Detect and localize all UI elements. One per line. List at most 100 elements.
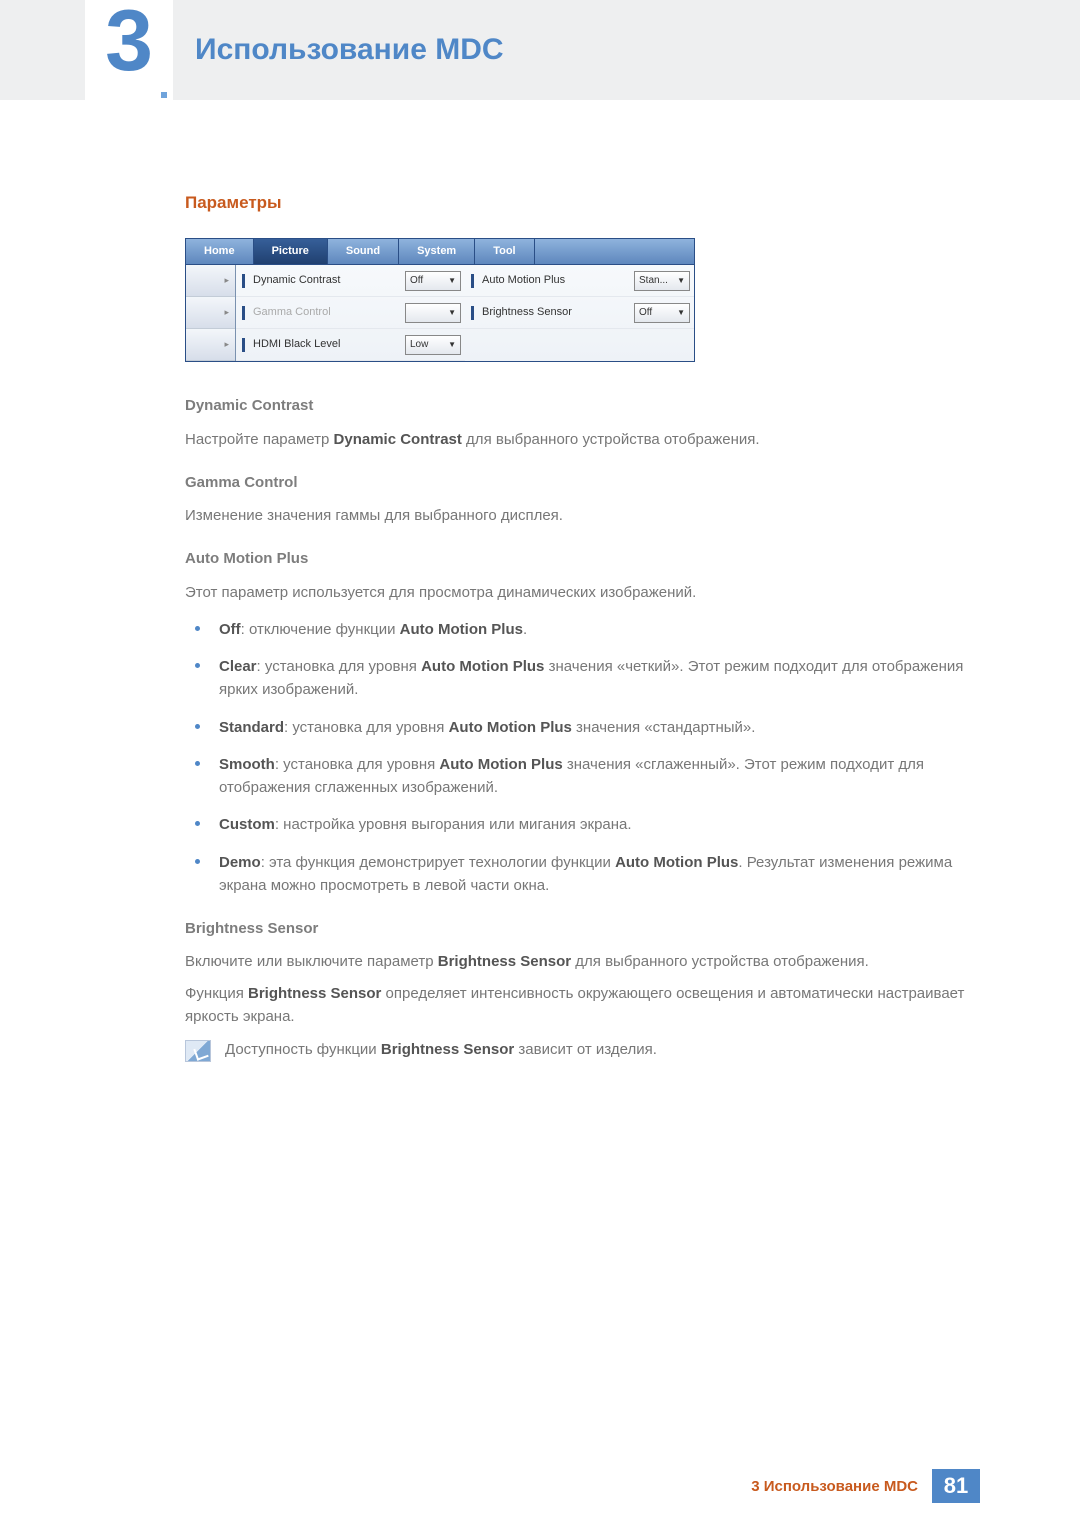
text-gamma-control: Изменение значения гаммы для выбранного … [185, 504, 970, 527]
chevron-down-icon: ▼ [448, 339, 456, 351]
chevron-down-icon: ▼ [677, 307, 685, 319]
left-arrow-button[interactable]: ▸ [186, 265, 235, 297]
text: для выбранного устройства отображения. [571, 953, 869, 970]
row-dynamic-contrast: Dynamic Contrast Off ▼ [236, 265, 465, 297]
list-item: Standard: установка для уровня Auto Moti… [185, 716, 970, 739]
text-bold: Standard [219, 719, 284, 736]
row-label: Dynamic Contrast [253, 272, 401, 289]
text: значения «стандартный». [572, 719, 756, 736]
text-bold: Auto Motion Plus [439, 756, 562, 773]
page-header: 3 Использование MDC [0, 0, 1080, 100]
row-label: HDMI Black Level [253, 336, 401, 353]
text: зависит от изделия. [514, 1041, 657, 1058]
text: Доступность функции [225, 1041, 381, 1058]
text-bold: Smooth [219, 756, 275, 773]
dropdown-value: Low [410, 337, 428, 353]
row-hdmi-black-level: HDMI Black Level Low ▼ [236, 329, 465, 361]
text-bold: Auto Motion Plus [421, 658, 544, 675]
row-label: Brightness Sensor [482, 304, 630, 321]
heading-dynamic-contrast: Dynamic Contrast [185, 394, 970, 417]
chevron-down-icon: ▼ [448, 275, 456, 287]
page-footer: 3 Использование MDC 81 [751, 1469, 980, 1503]
dropdown-value: Stan... [639, 273, 668, 289]
text: для выбранного устройства отображения. [462, 431, 760, 448]
note: Доступность функции Brightness Sensor за… [185, 1038, 970, 1062]
dropdown-auto-motion-plus[interactable]: Stan... ▼ [634, 271, 690, 291]
text: Включите или выключите параметр [185, 953, 438, 970]
dropdown-hdmi-black-level[interactable]: Low ▼ [405, 335, 461, 355]
note-text: Доступность функции Brightness Sensor за… [225, 1038, 657, 1061]
footer-page-number: 81 [932, 1469, 980, 1503]
left-arrow-button[interactable]: ▸ [186, 329, 235, 361]
text-bold: Off [219, 621, 241, 638]
dropdown-brightness-sensor[interactable]: Off ▼ [634, 303, 690, 323]
row-marker-icon [471, 306, 474, 320]
panel-tabs: Home Picture Sound System Tool [186, 239, 694, 265]
text: : установка для уровня [284, 719, 449, 736]
list-item: Smooth: установка для уровня Auto Motion… [185, 753, 970, 800]
panel-mid-col: Dynamic Contrast Off ▼ Gamma Control ▼ [236, 265, 465, 361]
text-brightness-sensor-2: Функция Brightness Sensor определяет инт… [185, 982, 970, 1029]
chapter-title: Использование MDC [195, 33, 504, 67]
row-brightness-sensor: Brightness Sensor Off ▼ [465, 297, 694, 329]
chevron-down-icon: ▼ [677, 275, 685, 287]
text: : установка для уровня [275, 756, 440, 773]
text-bold: Dynamic Contrast [334, 431, 462, 448]
text-bold: Demo [219, 854, 261, 871]
text: : настройка уровня выгорания или мигания… [275, 816, 632, 833]
text: Функция [185, 985, 248, 1002]
row-auto-motion-plus: Auto Motion Plus Stan... ▼ [465, 265, 694, 297]
heading-auto-motion-plus: Auto Motion Plus [185, 547, 970, 570]
heading-brightness-sensor: Brightness Sensor [185, 917, 970, 940]
dropdown-dynamic-contrast[interactable]: Off ▼ [405, 271, 461, 291]
tab-sound[interactable]: Sound [328, 239, 399, 264]
list-item: Custom: настройка уровня выгорания или м… [185, 813, 970, 836]
row-gamma-control: Gamma Control ▼ [236, 297, 465, 329]
chapter-number: 3 [105, 0, 153, 84]
row-marker-icon [242, 274, 245, 288]
tab-tool[interactable]: Tool [475, 239, 534, 264]
tab-home[interactable]: Home [186, 239, 254, 264]
text: : эта функция демонстрирует технологии ф… [261, 854, 615, 871]
list-item: Off: отключение функции Auto Motion Plus… [185, 618, 970, 641]
panel-right-col: Auto Motion Plus Stan... ▼ Brightness Se… [465, 265, 694, 361]
panel-left-col: ▸ ▸ ▸ [186, 265, 236, 361]
row-marker-icon [471, 274, 474, 288]
text-bold: Clear [219, 658, 257, 675]
text: : отключение функции [241, 621, 400, 638]
settings-panel: Home Picture Sound System Tool ▸ ▸ ▸ Dyn… [185, 238, 695, 362]
chapter-tab: 3 [85, 0, 173, 100]
note-icon [185, 1040, 211, 1062]
text-brightness-sensor-1: Включите или выключите параметр Brightne… [185, 950, 970, 973]
list-item: Demo: эта функция демонстрирует технолог… [185, 851, 970, 898]
tab-system[interactable]: System [399, 239, 475, 264]
text-bold: Auto Motion Plus [400, 621, 523, 638]
text: Настройте параметр [185, 431, 334, 448]
row-label: Auto Motion Plus [482, 272, 630, 289]
text-dynamic-contrast: Настройте параметр Dynamic Contrast для … [185, 428, 970, 451]
auto-motion-plus-list: Off: отключение функции Auto Motion Plus… [185, 618, 970, 897]
text-bold: Brightness Sensor [438, 953, 571, 970]
footer-chapter-text: 3 Использование MDC [751, 1478, 918, 1495]
left-arrow-button[interactable]: ▸ [186, 297, 235, 329]
text-bold: Custom [219, 816, 275, 833]
text-bold: Brightness Sensor [248, 985, 381, 1002]
text: . [523, 621, 527, 638]
tab-picture[interactable]: Picture [254, 239, 328, 264]
text-bold: Auto Motion Plus [615, 854, 738, 871]
text-bold: Auto Motion Plus [449, 719, 572, 736]
row-marker-icon [242, 338, 245, 352]
text-auto-motion-plus-intro: Этот параметр используется для просмотра… [185, 581, 970, 604]
section-title: Параметры [185, 190, 970, 216]
list-item: Clear: установка для уровня Auto Motion … [185, 655, 970, 702]
decor-square [161, 92, 167, 98]
dropdown-value: Off [639, 305, 652, 321]
text: : установка для уровня [257, 658, 422, 675]
text-bold: Brightness Sensor [381, 1041, 514, 1058]
heading-gamma-control: Gamma Control [185, 471, 970, 494]
dropdown-value: Off [410, 273, 423, 289]
row-label: Gamma Control [253, 304, 401, 321]
dropdown-gamma-control: ▼ [405, 303, 461, 323]
chevron-down-icon: ▼ [448, 307, 456, 319]
row-marker-icon [242, 306, 245, 320]
